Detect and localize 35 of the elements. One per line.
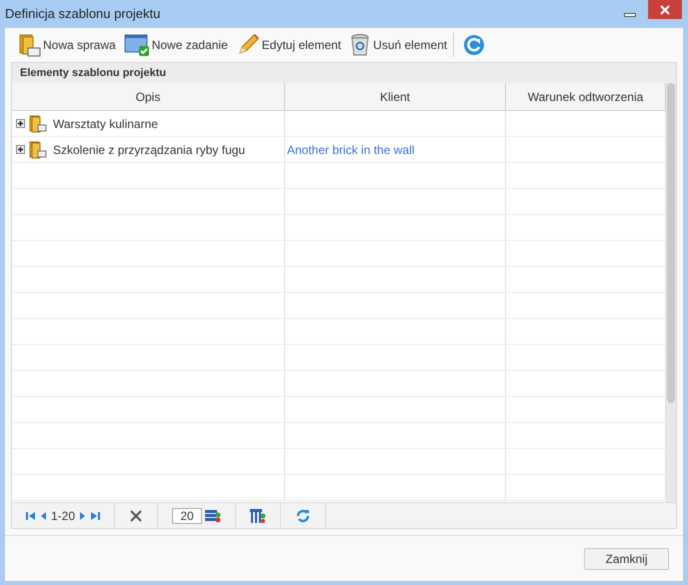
table-cell-text: Szkolenie z przyrządzania ryby fugu — [53, 142, 246, 158]
previous-page-button[interactable] — [40, 510, 47, 520]
scrollbar[interactable] — [666, 83, 676, 502]
rows-setting-button[interactable] — [205, 508, 222, 522]
minimize-button[interactable] — [624, 13, 636, 17]
toolbar-button[interactable]: Nowa sprawa — [15, 31, 118, 59]
expand-button[interactable] — [16, 145, 25, 154]
columns-button[interactable] — [250, 508, 266, 522]
next-page-button[interactable] — [79, 510, 86, 520]
close-button[interactable] — [648, 0, 682, 19]
refresh-icon — [462, 33, 486, 57]
column-header[interactable]: Opis — [12, 83, 285, 110]
first-page-button[interactable] — [26, 510, 36, 520]
page-range: 1-20 — [51, 508, 76, 524]
tools-button[interactable] — [129, 508, 144, 522]
folder-icon — [17, 33, 41, 57]
reload-button[interactable] — [295, 508, 312, 524]
client-link[interactable]: Another brick in the wall — [287, 140, 414, 158]
table-cell-text: Warsztaty kulinarne — [53, 116, 158, 132]
close-icon — [660, 4, 670, 14]
toolbar-button[interactable]: Edytuj element — [234, 31, 344, 59]
window-title: Definicja szablonu projektu — [5, 4, 160, 23]
folder-icon — [29, 114, 47, 132]
panel-header: Elementy szablonu projektu — [12, 63, 676, 83]
column-header[interactable]: Klient — [285, 83, 506, 110]
task-window-icon — [124, 33, 150, 57]
folder-icon — [29, 140, 47, 158]
toolbar-button[interactable]: Nowe zadanie — [122, 31, 230, 59]
toolbar-button[interactable]: Usuń element — [347, 31, 450, 59]
page-size-field[interactable]: 20 — [172, 508, 202, 524]
last-page-button[interactable] — [90, 510, 100, 520]
close-dialog-button[interactable]: Zamknij — [584, 548, 669, 570]
trash-bin-icon — [349, 33, 372, 57]
tools-icon — [129, 508, 144, 522]
expand-button[interactable] — [16, 119, 25, 128]
